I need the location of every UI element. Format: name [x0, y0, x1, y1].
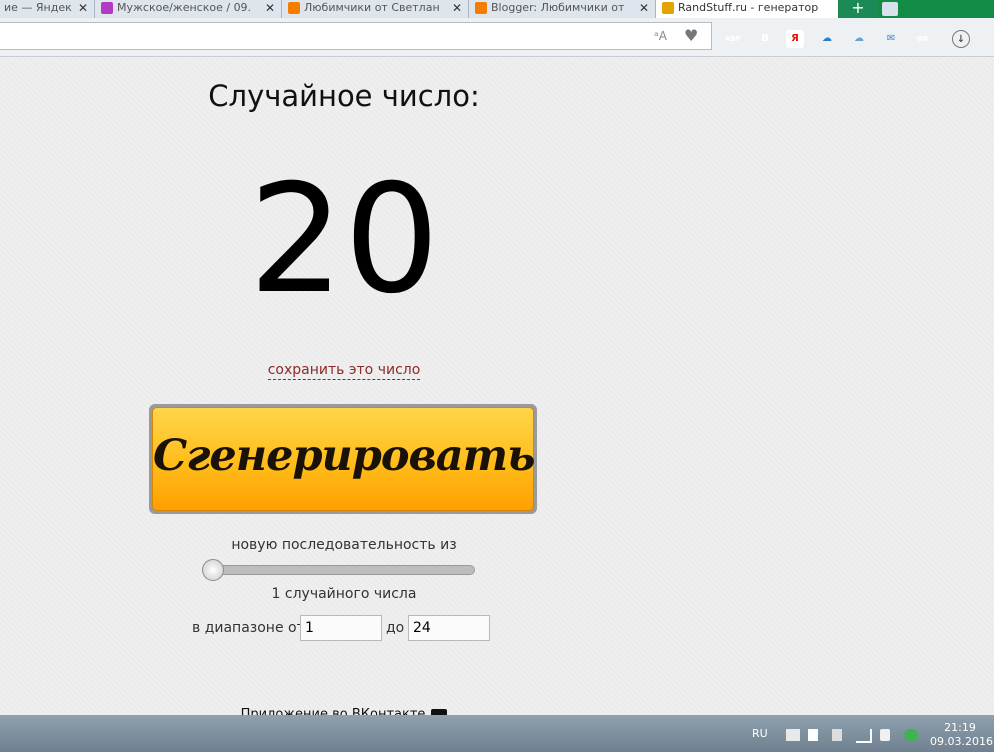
cloud-sync-icon[interactable]: ☁ [850, 30, 868, 48]
save-number-link[interactable]: сохранить это число [0, 362, 688, 380]
generate-button-label: Сгенерировать [152, 407, 536, 511]
clock-time: 21:19 [944, 721, 976, 734]
sequence-label: новую последовательность из [231, 537, 457, 553]
chevron-down-icon [882, 2, 898, 16]
range-from-label: в диапазоне от [192, 620, 305, 636]
generate-button[interactable]: Сгенерировать [149, 404, 537, 514]
cloud-icon[interactable]: ☁ [818, 30, 836, 48]
page-title: Случайное число: [208, 79, 480, 113]
slider-handle[interactable] [202, 559, 224, 581]
randstuff-icon [662, 2, 674, 14]
tab-title: Blogger: Любимчики от [491, 1, 625, 14]
close-icon[interactable]: ✕ [452, 0, 462, 16]
close-icon[interactable]: ✕ [265, 0, 275, 16]
page-content: Случайное число: 20 сохранить это число … [0, 57, 994, 722]
tab-menu-button[interactable] [878, 0, 994, 18]
random-number: 20 [248, 153, 440, 327]
taskbar: RU 21:19 09.03.2016 [0, 715, 994, 752]
vk-icon[interactable]: В [756, 30, 774, 48]
tab-title: Любимчики от Светлан [304, 1, 440, 14]
new-tab-button[interactable]: + [838, 0, 878, 18]
address-bar[interactable]: ᵃA ♥ [0, 22, 712, 50]
range-from-input[interactable] [300, 615, 382, 641]
count-slider[interactable] [202, 559, 475, 581]
language-indicator[interactable]: RU [752, 727, 768, 740]
tab-strip: ие — Яндек ✕ Мужское/женское / 09. ✕ Люб… [0, 0, 994, 18]
browser-toolbar: ᵃA ♥ ABP В Я ☁ ☁ ✉ ок ↓ [0, 18, 994, 57]
sync-icon[interactable] [904, 729, 918, 741]
range-to-label: до [386, 620, 405, 636]
network-icon[interactable] [856, 729, 872, 743]
yandex-icon[interactable]: Я [786, 30, 804, 48]
tab-randstuff[interactable]: RandStuff.ru - генератор [656, 0, 839, 18]
save-number-label: сохранить это число [267, 362, 421, 380]
tab-blogger[interactable]: Blogger: Любимчики от ✕ [469, 0, 656, 18]
volume-icon[interactable] [880, 729, 890, 741]
clock[interactable]: 21:19 09.03.2016 [930, 721, 993, 749]
blogger-icon [475, 2, 487, 14]
tab-title: Мужское/женское / 09. [117, 1, 252, 14]
translate-icon[interactable]: ᵃA [654, 29, 667, 43]
odnoklassniki-icon[interactable]: ок [914, 30, 932, 48]
adblock-plus-icon[interactable]: ABP [724, 30, 742, 48]
favicon-icon [101, 2, 113, 14]
flag-icon[interactable] [786, 729, 800, 741]
blogger-icon [288, 2, 300, 14]
tab-title: RandStuff.ru - генератор [678, 1, 819, 14]
tab-lyubimchiki[interactable]: Любимчики от Светлан ✕ [282, 0, 469, 18]
clipboard-icon[interactable] [808, 729, 818, 741]
close-icon[interactable]: ✕ [78, 0, 88, 16]
count-label: 1 случайного числа [271, 586, 417, 602]
clipboard-icon[interactable] [832, 729, 842, 741]
close-icon[interactable]: ✕ [639, 0, 649, 16]
tab-title: ие — Яндек [4, 1, 72, 14]
tab-muzhskoe-zhenskoe[interactable]: Мужское/женское / 09. ✕ [95, 0, 282, 18]
clock-date: 09.03.2016 [930, 735, 993, 748]
mail-icon[interactable]: ✉ [882, 30, 900, 48]
heart-icon[interactable]: ♥ [684, 26, 698, 45]
range-to-input[interactable] [408, 615, 490, 641]
download-icon[interactable]: ↓ [952, 30, 970, 48]
tab-yandex[interactable]: ие — Яндек ✕ [0, 0, 95, 18]
